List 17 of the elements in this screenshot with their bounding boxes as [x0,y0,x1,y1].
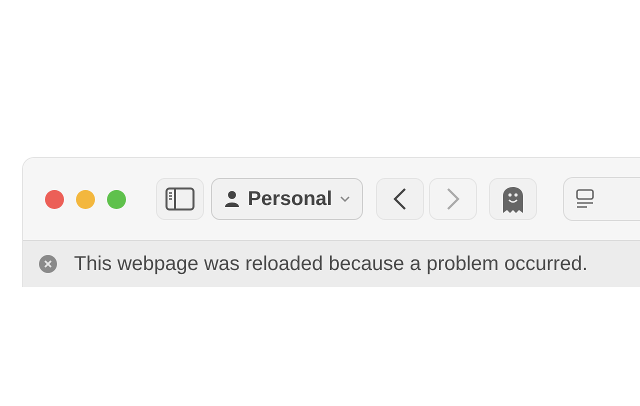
close-window-button[interactable] [45,190,64,208]
address-field[interactable] [563,177,640,221]
sidebar-icon [165,187,195,211]
chevron-down-icon [340,196,350,202]
person-icon [224,190,240,208]
ghost-button[interactable] [489,178,537,220]
sidebar-button[interactable] [156,178,204,220]
back-button[interactable] [376,178,424,220]
banner-message: This webpage was reloaded because a problem occurred. [74,252,588,276]
profile-button[interactable]: Personal [211,178,363,220]
close-icon[interactable] [39,255,57,273]
ghost-icon [501,184,525,214]
chevron-right-icon [446,187,460,211]
chevron-left-icon [393,187,407,211]
zoom-window-button[interactable] [107,190,126,208]
reader-icon [575,188,595,210]
minimize-window-button[interactable] [76,190,95,208]
